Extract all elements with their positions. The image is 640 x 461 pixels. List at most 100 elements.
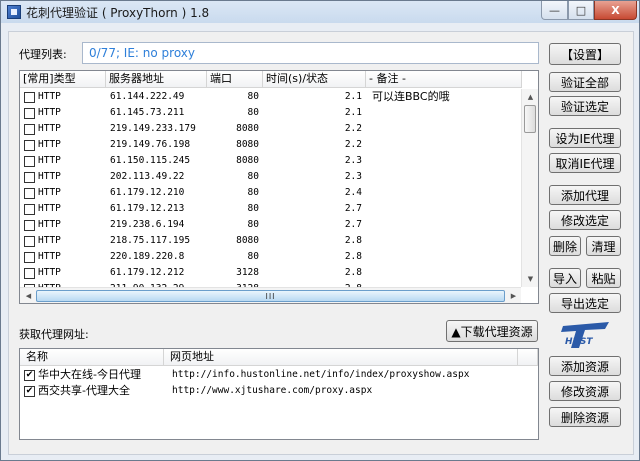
checkbox-icon[interactable] <box>24 251 35 263</box>
horizontal-scroll-thumb[interactable]: III <box>36 290 505 302</box>
col-port[interactable]: 端口 <box>207 71 263 88</box>
import-button[interactable]: 导入 <box>549 268 581 288</box>
col-source-name[interactable]: 名称 <box>20 349 164 366</box>
checkbox-icon[interactable] <box>24 219 35 231</box>
port-cell: 8080 <box>236 155 259 166</box>
edit-selected-button[interactable]: 修改选定 <box>549 210 621 230</box>
table-row[interactable]: HTTP 61.144.222.49 80 2.1 可以连BBC的哦 <box>20 89 522 105</box>
col-type[interactable]: [常用]类型 <box>20 71 106 88</box>
type-cell: HTTP <box>20 249 106 265</box>
verify-all-button[interactable]: 验证全部 <box>549 72 621 92</box>
address-cell: 61.179.12.212 <box>110 267 185 278</box>
source-url-cell: http://www.xjtushare.com/proxy.aspx <box>172 385 373 396</box>
table-row[interactable]: HTTP 61.150.115.245 8080 2.3 <box>20 153 522 169</box>
list-item[interactable]: ✔ 华中大在线-今日代理 http://info.hustonline.net/in… <box>20 367 469 383</box>
col-note[interactable]: - 备注 - <box>366 71 522 88</box>
port-cell: 80 <box>247 251 259 262</box>
type-text: HTTP <box>38 171 61 182</box>
checkbox-icon[interactable]: ✔ <box>24 369 35 381</box>
table-row[interactable]: HTTP 220.189.220.8 80 2.8 <box>20 249 522 265</box>
note-cell <box>366 121 522 137</box>
checkbox-icon[interactable] <box>24 187 35 199</box>
note-cell: 可以连BBC的哦 <box>372 90 450 103</box>
clear-button[interactable]: 清理 <box>586 236 621 256</box>
time-cell: 2.2 <box>344 139 362 150</box>
hust-logo: HUST <box>561 322 609 348</box>
type-text: HTTP <box>38 139 61 150</box>
note-cell <box>366 233 522 249</box>
scroll-up-arrow-icon[interactable]: ▲ <box>522 89 538 105</box>
type-cell: HTTP <box>20 233 106 249</box>
proxy-list-label: 代理列表: <box>19 48 67 61</box>
port-cell: 3128 <box>236 267 259 278</box>
checkbox-icon[interactable] <box>24 267 35 279</box>
horizontal-scrollbar[interactable]: ◀ III ▶ <box>20 287 522 303</box>
time-cell: 2.8 <box>344 267 362 278</box>
verify-selected-button[interactable]: 验证选定 <box>549 96 621 116</box>
add-proxy-button[interactable]: 添加代理 <box>549 185 621 205</box>
col-address[interactable]: 服务器地址 <box>106 71 207 88</box>
checkbox-icon[interactable]: ✔ <box>24 385 35 397</box>
paste-button[interactable]: 粘贴 <box>586 268 621 288</box>
cancel-ie-proxy-button[interactable]: 取消IE代理 <box>549 153 621 173</box>
close-button[interactable]: X <box>594 1 637 20</box>
time-cell: 2.7 <box>344 219 362 230</box>
table-row[interactable]: HTTP 219.149.233.179 8080 2.2 <box>20 121 522 137</box>
minimize-button[interactable]: — <box>541 1 568 20</box>
add-source-button[interactable]: 添加资源 <box>549 356 621 376</box>
port-cell: 8080 <box>236 235 259 246</box>
time-cell: 2.7 <box>344 203 362 214</box>
scroll-left-arrow-icon[interactable]: ◀ <box>20 288 37 303</box>
note-cell <box>366 265 522 281</box>
address-cell: 202.113.49.22 <box>110 171 185 182</box>
table-row[interactable]: HTTP 61.145.73.211 80 2.1 <box>20 105 522 121</box>
table-row[interactable]: HTTP 61.179.12.212 3128 2.8 <box>20 265 522 281</box>
table-row[interactable]: HTTP 218.75.117.195 8080 2.8 <box>20 233 522 249</box>
checkbox-icon[interactable] <box>24 155 35 167</box>
scroll-down-arrow-icon[interactable]: ▼ <box>522 271 538 287</box>
note-cell <box>366 105 522 121</box>
app-icon <box>7 5 21 19</box>
time-cell: 2.8 <box>344 235 362 246</box>
type-cell: HTTP <box>20 89 106 105</box>
table-row[interactable]: HTTP 219.149.76.198 8080 2.2 <box>20 137 522 153</box>
download-proxy-source-button[interactable]: ▲下载代理资源 <box>446 320 538 342</box>
table-row[interactable]: HTTP 202.113.49.22 80 2.3 <box>20 169 522 185</box>
time-cell: 2.3 <box>344 155 362 166</box>
checkbox-icon[interactable] <box>24 91 35 103</box>
vertical-scrollbar[interactable]: ▲ ▼ <box>521 89 538 287</box>
col-time[interactable]: 时间(s)/状态 <box>263 71 366 88</box>
maximize-button[interactable]: □ <box>568 1 594 20</box>
checkbox-icon[interactable] <box>24 139 35 151</box>
settings-button[interactable]: 【设置】 <box>549 43 621 65</box>
checkbox-icon[interactable] <box>24 107 35 119</box>
vertical-scroll-thumb[interactable] <box>524 105 536 133</box>
address-cell: 61.179.12.213 <box>110 203 185 214</box>
time-cell: 2.2 <box>344 123 362 134</box>
delete-button[interactable]: 删除 <box>549 236 581 256</box>
time-cell: 2.1 <box>344 107 362 118</box>
source-list[interactable]: 名称 网页地址 ✔ 华中大在线-今日代理 http://info.hustonlin… <box>19 348 539 440</box>
checkbox-icon[interactable] <box>24 203 35 215</box>
set-ie-proxy-button[interactable]: 设为IE代理 <box>549 128 621 148</box>
scroll-right-arrow-icon[interactable]: ▶ <box>505 288 522 303</box>
delete-source-button[interactable]: 删除资源 <box>549 407 621 427</box>
checkbox-icon[interactable] <box>24 235 35 247</box>
table-row[interactable]: HTTP 61.179.12.213 80 2.7 <box>20 201 522 217</box>
export-selected-button[interactable]: 导出选定 <box>549 293 621 313</box>
checkbox-icon[interactable] <box>24 171 35 183</box>
table-row[interactable]: HTTP 219.238.6.194 80 2.7 <box>20 217 522 233</box>
checkbox-icon[interactable] <box>24 123 35 135</box>
proxy-list[interactable]: [常用]类型 服务器地址 端口 时间(s)/状态 - 备注 - HTTP 61.1… <box>19 70 539 304</box>
address-cell: 219.149.233.179 <box>110 123 196 134</box>
list-item[interactable]: ✔ 西交共享-代理大全 http://www.xjtushare.com/proxy… <box>20 383 469 399</box>
col-source-url[interactable]: 网页地址 <box>164 349 518 366</box>
note-cell <box>366 137 522 153</box>
type-text: HTTP <box>38 203 61 214</box>
edit-source-button[interactable]: 修改资源 <box>549 381 621 401</box>
type-cell: HTTP <box>20 265 106 281</box>
table-row[interactable]: HTTP 61.179.12.210 80 2.4 <box>20 185 522 201</box>
type-cell: HTTP <box>20 169 106 185</box>
note-cell <box>366 217 522 233</box>
address-cell: 218.75.117.195 <box>110 235 191 246</box>
